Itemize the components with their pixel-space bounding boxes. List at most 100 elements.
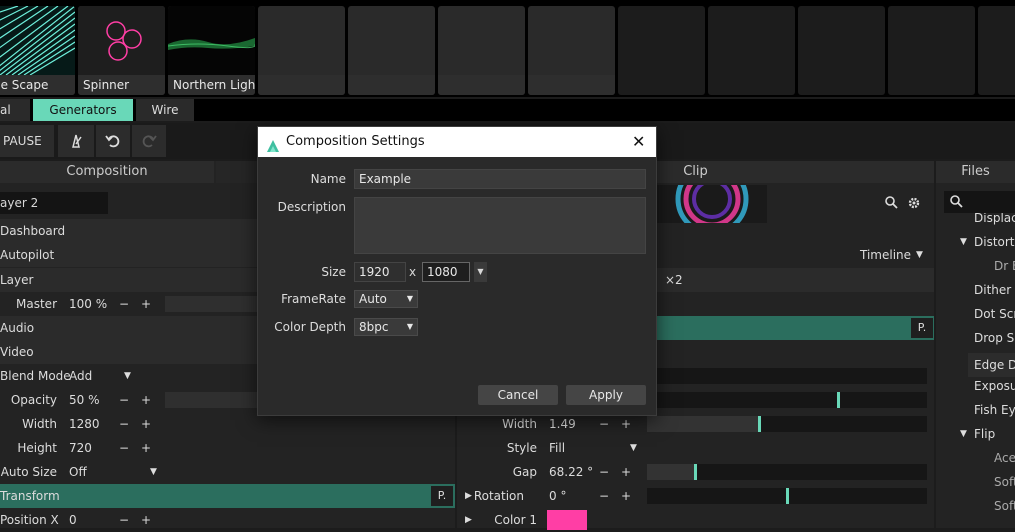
search-icon[interactable] [885, 196, 898, 212]
composition-header[interactable]: Composition [0, 161, 214, 183]
opacity-minus-button[interactable]: − [119, 388, 129, 412]
height-plus-button[interactable]: + [141, 436, 151, 460]
gap-value[interactable]: 68.22 ° [549, 460, 593, 484]
param-menu-button[interactable]: P. [911, 318, 933, 338]
pause-button[interactable]: PAUSE [0, 125, 54, 157]
list-item[interactable]: Fish Eye [974, 403, 1015, 417]
color1-swatch[interactable] [547, 510, 587, 530]
metronome-icon[interactable] [58, 125, 94, 157]
timeline-select[interactable]: Timeline [860, 243, 911, 267]
tab-al[interactable]: al [0, 99, 30, 121]
list-item[interactable]: Dr E [994, 259, 1015, 273]
auto-size-value[interactable]: Off [69, 460, 87, 484]
chevron-down-icon: ▼ [406, 322, 413, 331]
undo-icon[interactable] [96, 125, 130, 157]
list-item[interactable]: Dot Scre [974, 307, 1015, 321]
gap-plus-button[interactable]: + [621, 460, 631, 484]
cancel-button[interactable]: Cancel [478, 385, 558, 405]
height-minus-button[interactable]: − [119, 436, 129, 460]
list-item[interactable]: Ace [994, 451, 1015, 465]
chevron-down-icon[interactable]: ▼ [630, 436, 637, 460]
clip-width-slider[interactable] [647, 416, 927, 432]
rotation-plus-button[interactable]: + [621, 484, 631, 508]
param-slider[interactable] [647, 392, 927, 408]
position-x-minus-button[interactable]: − [119, 508, 129, 532]
clip-thumbnail-linescape[interactable]: ne Scape [0, 6, 75, 95]
chevron-down-icon[interactable]: ▼ [150, 460, 157, 484]
files-header[interactable]: Files [936, 161, 1015, 183]
rotation-slider[interactable] [647, 488, 927, 504]
size-width-field[interactable]: 1920 [354, 262, 406, 282]
clip-slot-empty[interactable] [528, 6, 615, 95]
color-depth-select[interactable]: 8bpc ▼ [354, 318, 418, 336]
framerate-select[interactable]: Auto ▼ [354, 290, 418, 308]
speed-value[interactable]: ×2 [665, 268, 683, 292]
tab-generators[interactable]: Generators [33, 99, 133, 121]
list-item[interactable]: Distortio [974, 235, 1015, 249]
name-label: Name [310, 172, 346, 186]
clip-slot-empty[interactable] [438, 6, 525, 95]
height-row: Height 720 − + [0, 436, 455, 460]
param-slider[interactable] [647, 368, 927, 384]
list-item[interactable]: Displace [974, 213, 1015, 225]
clip-slot-empty[interactable] [708, 6, 795, 95]
chevron-down-icon[interactable]: ▼ [960, 429, 967, 439]
thumbnail-label [438, 75, 525, 95]
clip-thumbnail-northern-light[interactable]: Northern Light [168, 6, 255, 95]
close-icon[interactable]: ✕ [632, 127, 645, 157]
northern-light-preview [168, 6, 255, 75]
master-minus-button[interactable]: − [119, 292, 129, 316]
clip-slot-empty[interactable] [978, 6, 1015, 95]
gap-row: Gap 68.22 ° − + [457, 460, 934, 484]
list-item[interactable]: Exposu [974, 379, 1015, 393]
size-height-field[interactable]: 1080 [422, 262, 470, 282]
color1-row: ▶ Color 1 [457, 508, 934, 532]
clip-slot-empty[interactable] [798, 6, 885, 95]
gear-icon[interactable] [907, 196, 921, 213]
width-minus-button[interactable]: − [119, 412, 129, 436]
clip-slot-empty[interactable] [618, 6, 705, 95]
opacity-value[interactable]: 50 % [69, 388, 100, 412]
tab-wire[interactable]: Wire [136, 99, 194, 121]
transform-section[interactable]: Transform P. [0, 484, 455, 508]
list-item[interactable]: Soft [994, 475, 1015, 489]
chevron-down-icon[interactable]: ▼ [960, 237, 967, 247]
size-preset-dropdown[interactable]: ▼ [474, 262, 487, 282]
clip-slot-empty[interactable] [888, 6, 975, 95]
layer-name-field[interactable]: ayer 2 [0, 192, 108, 214]
clip-slot-empty[interactable] [348, 6, 435, 95]
rotation-value[interactable]: 0 ° [549, 484, 566, 508]
list-item[interactable]: Dither [974, 283, 1011, 297]
description-field[interactable] [354, 197, 646, 254]
position-x-label: Position X [0, 513, 59, 527]
rotation-row: ▶ Rotation 0 ° − + [457, 484, 934, 508]
redo-icon[interactable] [132, 125, 166, 157]
master-value[interactable]: 100 % [69, 292, 107, 316]
gap-slider[interactable] [647, 464, 927, 480]
width-value[interactable]: 1280 [69, 412, 100, 436]
list-item[interactable]: Flip [974, 427, 995, 441]
master-plus-button[interactable]: + [141, 292, 151, 316]
clip-slot-empty[interactable] [258, 6, 345, 95]
clip-thumbnail-spinner[interactable]: Spinner [78, 6, 165, 95]
gap-minus-button[interactable]: − [599, 460, 609, 484]
list-item[interactable]: Soft [994, 499, 1015, 513]
blend-mode-value[interactable]: Add [69, 364, 92, 388]
size-label: Size [321, 265, 346, 279]
list-item[interactable]: Drop Sh [974, 331, 1015, 345]
style-value[interactable]: Fill [549, 436, 565, 460]
effects-list: Displace ▼ Distortio Dr E Dither Dot Scr… [936, 213, 1015, 528]
rotation-minus-button[interactable]: − [599, 484, 609, 508]
position-x-value[interactable]: 0 [69, 508, 77, 532]
param-menu-button[interactable]: P. [431, 486, 453, 506]
width-plus-button[interactable]: + [141, 412, 151, 436]
name-field[interactable]: Example [354, 169, 646, 189]
opacity-plus-button[interactable]: + [141, 388, 151, 412]
files-search-input[interactable] [944, 191, 1015, 213]
position-x-plus-button[interactable]: + [141, 508, 151, 532]
height-value[interactable]: 720 [69, 436, 92, 460]
chevron-down-icon[interactable]: ▼ [124, 364, 131, 388]
chevron-down-icon[interactable]: ▼ [916, 243, 923, 267]
apply-button[interactable]: Apply [566, 385, 646, 405]
list-item-selected[interactable]: Edge De [968, 353, 1015, 377]
